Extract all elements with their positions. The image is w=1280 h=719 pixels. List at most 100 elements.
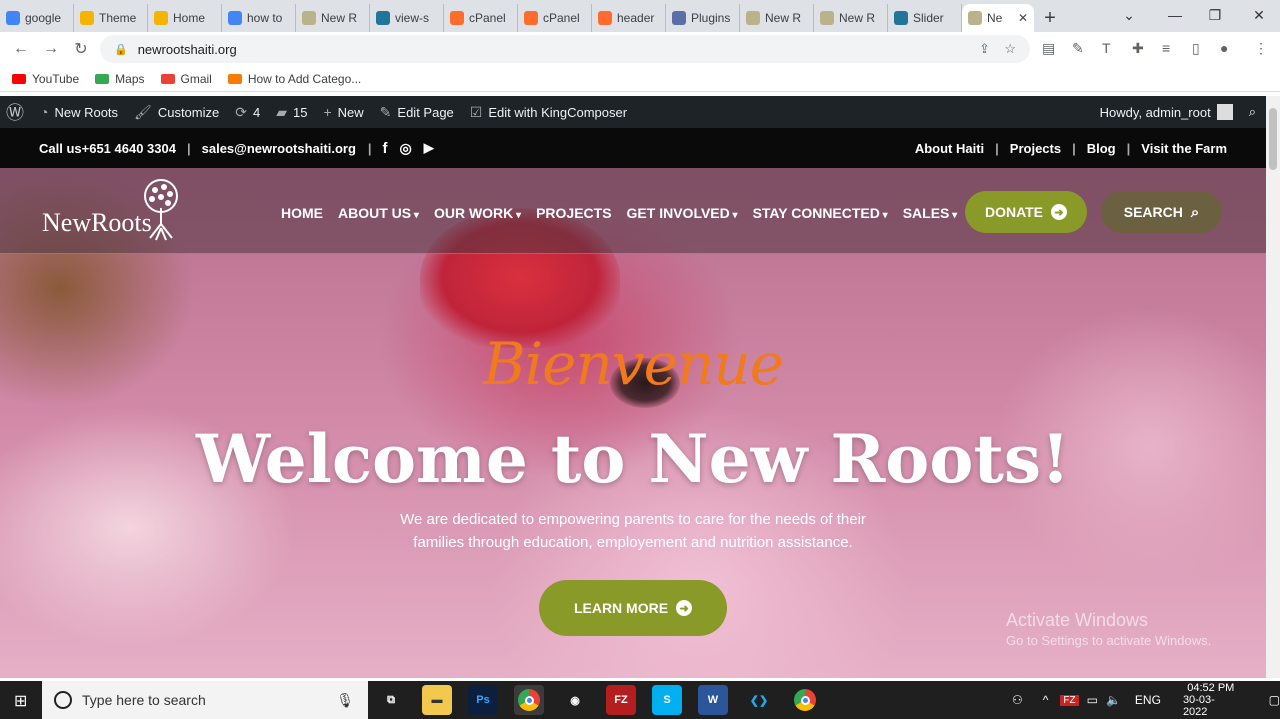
bookmark-item[interactable]: Maps	[95, 72, 145, 86]
volume-icon[interactable]: 🔈	[1106, 693, 1121, 707]
browser-tab[interactable]: cPanel	[444, 4, 518, 32]
instagram-icon[interactable]: ◎	[400, 140, 412, 157]
browser-tab[interactable]: Plugins	[666, 4, 740, 32]
tab-search-icon[interactable]: ⌄	[1106, 0, 1152, 30]
scrollbar-thumb[interactable]	[1269, 108, 1277, 170]
taskbar-app-file-explorer[interactable]: ▬	[422, 685, 452, 715]
comment-icon: ▰	[276, 103, 287, 120]
menu-item[interactable]: PROJECTS	[536, 205, 611, 221]
browser-tab[interactable]: google	[0, 4, 74, 32]
cpanel-icon	[450, 11, 464, 25]
share-icon[interactable]: ⇪	[979, 41, 990, 57]
chevron-down-icon: ▾	[729, 210, 738, 221]
network-icon[interactable]: ▭	[1087, 693, 1098, 707]
taskbar-search[interactable]: Type here to search 🎙	[42, 681, 368, 719]
tab-label: New R	[765, 11, 802, 25]
menu-item[interactable]: STAY CONNECTED ▾	[753, 205, 888, 221]
taskbar-app-record[interactable]: ◉	[560, 685, 590, 715]
tab-label: Ne	[987, 11, 1003, 25]
maximize-icon[interactable]: ❐	[1192, 0, 1238, 30]
taskbar-app-vscode[interactable]: ❮❯	[744, 685, 774, 715]
profile-avatar-icon[interactable]: ●	[1220, 40, 1228, 56]
taskbar-app-photoshop[interactable]: Ps	[468, 685, 498, 715]
top-link[interactable]: Visit the Farm	[1141, 141, 1227, 156]
menu-item[interactable]: ABOUT US ▾	[338, 205, 419, 221]
new-tab-button[interactable]: +	[1034, 4, 1066, 32]
reading-list-icon[interactable]: ≡	[1162, 40, 1170, 56]
menu-item[interactable]: GET INVOLVED ▾	[627, 205, 738, 221]
top-link[interactable]: About Haiti	[915, 141, 984, 156]
tab-label: cPanel	[469, 11, 506, 25]
wp-search-icon[interactable]: ⌕	[1241, 104, 1266, 120]
tray-expand-icon[interactable]: ^	[1043, 693, 1049, 707]
browser-tab[interactable]: cPanel	[518, 4, 592, 32]
browser-tab[interactable]: New R	[296, 4, 370, 32]
notifications-icon[interactable]: ▢	[1269, 693, 1280, 707]
close-tab-icon[interactable]: ✕	[1018, 11, 1028, 25]
bookmark-item[interactable]: Gmail	[160, 72, 212, 86]
taskbar-app-task-view[interactable]: ⧉	[376, 685, 406, 715]
extension-text-icon[interactable]: T	[1102, 40, 1111, 56]
wp-new[interactable]: + New	[315, 104, 371, 120]
browser-tab[interactable]: New R	[814, 4, 888, 32]
menu-item[interactable]: SALES ▾	[903, 205, 958, 221]
extension-eyedropper-icon[interactable]: ✎	[1072, 40, 1084, 57]
top-link[interactable]: Projects	[1010, 141, 1061, 156]
search-button[interactable]: SEARCH ⌕	[1101, 191, 1222, 233]
wp-edit-page[interactable]: ✎ Edit Page	[372, 104, 462, 121]
language-indicator[interactable]: ENG	[1135, 693, 1161, 707]
chevron-down-icon: ▾	[411, 210, 419, 221]
hero-subtext: We are dedicated to empowering parents t…	[400, 511, 866, 551]
taskbar-app-filezilla[interactable]: FZ	[606, 685, 636, 715]
wp-comments[interactable]: ▰ 15	[268, 104, 315, 121]
browser-tab[interactable]: how to	[222, 4, 296, 32]
clock[interactable]: 04:52 PM 30-03-2022	[1183, 682, 1239, 718]
url-input[interactable]: 🔒 newrootshaiti.org ⇪ ☆	[100, 35, 1030, 63]
filezilla-tray-icon[interactable]: FZ	[1060, 694, 1079, 706]
back-icon[interactable]: ←	[6, 40, 36, 58]
top-link[interactable]: Blog	[1087, 141, 1116, 156]
reload-icon[interactable]: ↻	[66, 39, 96, 59]
browser-tab-active[interactable]: Ne ✕	[962, 4, 1034, 32]
taskbar-app-chrome-2[interactable]	[790, 685, 820, 715]
taskbar-app-skype[interactable]: S	[652, 685, 682, 715]
taskbar-app-chrome[interactable]	[514, 685, 544, 715]
people-icon[interactable]: ⚇	[1012, 693, 1023, 707]
wp-customize[interactable]: 🖌 Customize	[126, 104, 227, 121]
menu-item[interactable]: OUR WORK ▾	[434, 205, 521, 221]
browser-tab[interactable]: view-s	[370, 4, 444, 32]
extensions-puzzle-icon[interactable]: ✚	[1132, 40, 1144, 57]
youtube-icon[interactable]: ▶	[424, 140, 434, 156]
wp-edit-kingcomposer[interactable]: ☑ Edit with KingComposer	[462, 104, 635, 121]
forward-icon[interactable]: →	[36, 40, 66, 58]
email-link[interactable]: sales@newrootshaiti.org	[202, 141, 356, 156]
cpanel-smile-icon	[80, 11, 94, 25]
page-scrollbar[interactable]	[1266, 96, 1280, 678]
browser-tab[interactable]: Home	[148, 4, 222, 32]
facebook-icon[interactable]: f	[383, 140, 388, 157]
browser-tab[interactable]: New R	[740, 4, 814, 32]
bookmark-star-icon[interactable]: ☆	[1004, 41, 1016, 57]
bookmark-item[interactable]: YouTube	[12, 72, 79, 86]
extension-new-icon[interactable]: ▤	[1042, 40, 1055, 57]
site-logo[interactable]: NewRoots	[42, 178, 192, 246]
side-panel-icon[interactable]: ▯	[1192, 40, 1200, 57]
hero-script-title: Bienvenue	[483, 330, 784, 398]
wp-updates[interactable]: ⟳ 4	[227, 104, 268, 121]
menu-item[interactable]: HOME	[281, 205, 323, 221]
browser-tab[interactable]: Theme	[74, 4, 148, 32]
wp-howdy[interactable]: Howdy, admin_root	[1092, 104, 1241, 120]
learn-more-button[interactable]: LEARN MORE ➜	[539, 580, 727, 636]
donate-button[interactable]: DONATE ➜	[965, 191, 1087, 233]
taskbar-app-word[interactable]: W	[698, 685, 728, 715]
close-window-icon[interactable]: ✕	[1236, 0, 1280, 30]
browser-tab[interactable]: header	[592, 4, 666, 32]
wp-site-name[interactable]: ◔ New Roots	[32, 104, 126, 120]
browser-tab[interactable]: Slider	[888, 4, 962, 32]
browser-menu-icon[interactable]: ⋮	[1254, 40, 1268, 57]
divider: |	[1126, 140, 1131, 156]
microphone-icon[interactable]: 🎙	[336, 692, 354, 709]
wordpress-logo-icon[interactable]: Ⓦ	[0, 99, 32, 125]
bookmark-item[interactable]: How to Add Catego...	[227, 72, 361, 86]
windows-start-icon[interactable]: ⊞	[14, 691, 27, 711]
